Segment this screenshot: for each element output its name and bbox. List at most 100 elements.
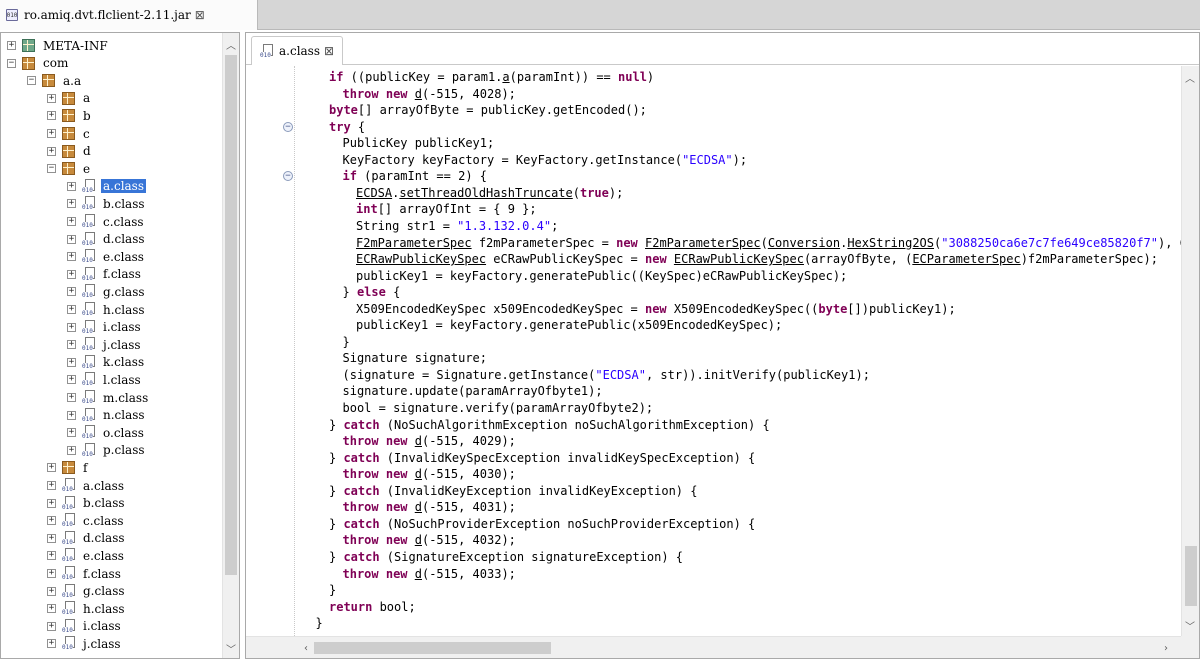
tree-item-package[interactable]: + d bbox=[47, 143, 93, 160]
expand-icon[interactable]: + bbox=[67, 181, 76, 191]
tree-item-package[interactable]: + c bbox=[47, 125, 92, 142]
tree-item-class[interactable]: +010 f.class bbox=[67, 266, 143, 283]
expand-icon[interactable]: + bbox=[67, 445, 76, 455]
expand-icon[interactable]: + bbox=[67, 322, 76, 332]
tree-item-class[interactable]: +010 d.class bbox=[47, 530, 127, 547]
code-text: d bbox=[414, 86, 422, 101]
tree-item-class[interactable]: +010 b.class bbox=[47, 495, 127, 512]
editor-tab-a-class[interactable]: 010 a.class ⊠ bbox=[251, 36, 344, 65]
tree-item-class[interactable]: +010 h.class bbox=[67, 301, 147, 318]
tree-item-label: m.class bbox=[103, 390, 149, 405]
fold-collapse-icon[interactable]: − bbox=[283, 121, 293, 132]
expand-icon[interactable]: + bbox=[47, 481, 56, 490]
close-icon[interactable]: ⊠ bbox=[324, 44, 334, 58]
expand-icon[interactable]: + bbox=[47, 93, 56, 103]
tree-item-class[interactable]: +010 n.class bbox=[67, 407, 147, 424]
tree-item-package[interactable]: + META-INF bbox=[7, 37, 110, 54]
tree-item-class[interactable]: +010 m.class bbox=[67, 389, 150, 406]
tree-item-class[interactable]: +010 a.class bbox=[67, 178, 146, 195]
expand-icon[interactable]: + bbox=[47, 533, 56, 543]
expand-icon[interactable]: + bbox=[7, 41, 16, 50]
expand-icon[interactable]: + bbox=[47, 639, 56, 649]
scroll-down-icon[interactable]: ﹀ bbox=[1182, 616, 1198, 634]
scroll-right-icon[interactable]: › bbox=[1158, 639, 1174, 657]
tree-item-class[interactable]: +010 p.class bbox=[67, 442, 147, 459]
expand-icon[interactable]: + bbox=[67, 428, 76, 438]
expand-icon[interactable]: + bbox=[47, 569, 56, 578]
tree-item-class[interactable]: +010 i.class bbox=[67, 319, 143, 336]
editor-hscroll-thumb[interactable] bbox=[314, 642, 551, 654]
expand-icon[interactable]: + bbox=[67, 340, 76, 350]
tree-item-class[interactable]: +010 c.class bbox=[47, 512, 126, 529]
tree-item-class[interactable]: +010 e.class bbox=[67, 248, 146, 265]
tree-item-class[interactable]: +010 o.class bbox=[67, 424, 146, 441]
tree-item-class[interactable]: +010 b.class bbox=[67, 195, 147, 212]
expand-icon[interactable]: + bbox=[67, 305, 76, 314]
tree-item-class[interactable]: +010 d.class bbox=[67, 231, 147, 248]
expand-icon[interactable]: + bbox=[47, 604, 56, 614]
expand-icon[interactable]: + bbox=[67, 234, 76, 244]
expand-icon[interactable]: + bbox=[47, 498, 56, 508]
tree-item-class[interactable]: +010 k.class bbox=[67, 354, 146, 371]
tree-item-class[interactable]: +010 c.class bbox=[67, 213, 146, 230]
expand-icon[interactable]: + bbox=[47, 621, 56, 631]
expand-icon[interactable]: + bbox=[67, 252, 76, 262]
class-file-icon: 010 bbox=[82, 425, 97, 441]
tree-item-class[interactable]: +010 g.class bbox=[47, 583, 127, 600]
collapse-icon[interactable]: − bbox=[47, 164, 56, 174]
tree-item-class[interactable]: +010 a.class bbox=[47, 477, 126, 494]
class-file-icon: 010 bbox=[62, 513, 77, 529]
tree-item-label: j.class bbox=[103, 337, 141, 352]
tree-item-package[interactable]: − com bbox=[7, 55, 70, 72]
expand-icon[interactable]: + bbox=[67, 410, 76, 420]
tree-item-class[interactable]: +010 f.class bbox=[47, 565, 123, 582]
scroll-down-icon[interactable]: ﹀ bbox=[223, 639, 239, 657]
fold-collapse-icon[interactable]: − bbox=[283, 171, 293, 182]
tree-item-package[interactable]: + a bbox=[47, 90, 92, 107]
jar-tab[interactable]: 010 ro.amiq.dvt.flclient-2.11.jar ⊠ bbox=[0, 0, 258, 30]
expand-icon[interactable]: + bbox=[67, 357, 76, 367]
expand-icon[interactable]: + bbox=[67, 393, 76, 402]
tree-item-package[interactable]: + b bbox=[47, 107, 93, 124]
tree-item-label: g.class bbox=[83, 584, 125, 599]
editor-vertical-scrollbar[interactable]: ︿ ﹀ bbox=[1181, 66, 1199, 636]
code-keyword: try bbox=[329, 119, 351, 134]
tree-item-class[interactable]: +010 l.class bbox=[67, 371, 143, 388]
expand-icon[interactable]: + bbox=[47, 463, 56, 473]
collapse-icon[interactable]: − bbox=[27, 76, 36, 86]
tree-scrollbar-thumb[interactable] bbox=[225, 55, 237, 575]
expand-icon[interactable]: + bbox=[67, 269, 76, 279]
tree-item-class[interactable]: +010 j.class bbox=[47, 635, 123, 652]
expand-icon[interactable]: + bbox=[67, 199, 76, 209]
expand-icon[interactable]: + bbox=[67, 375, 76, 385]
expand-icon[interactable]: + bbox=[67, 287, 76, 297]
code-editor[interactable]: − − if ((publicKey = param1.a(paramInt)) … bbox=[246, 66, 1181, 636]
expand-icon[interactable]: + bbox=[47, 516, 56, 526]
tree-item-package[interactable]: − a.a bbox=[27, 72, 83, 89]
scroll-up-icon[interactable]: ︿ bbox=[1182, 68, 1198, 86]
collapse-icon[interactable]: − bbox=[7, 58, 16, 68]
tree-item-class[interactable]: +010 g.class bbox=[67, 283, 147, 300]
code-text: (-515, 4029); bbox=[421, 434, 516, 449]
scroll-up-icon[interactable]: ︿ bbox=[223, 35, 239, 53]
expand-icon[interactable]: + bbox=[47, 551, 56, 561]
tree-item-class[interactable]: +010 j.class bbox=[67, 336, 143, 353]
scroll-left-icon[interactable]: ‹ bbox=[298, 639, 314, 657]
tree-vertical-scrollbar[interactable]: ︿ ﹀ bbox=[222, 33, 239, 658]
expand-icon[interactable]: + bbox=[47, 111, 56, 121]
tree-item-package[interactable]: + f bbox=[47, 459, 89, 476]
code-text: signature.update(paramArrayOfbyte1); bbox=[342, 384, 603, 399]
tree-item-class[interactable]: +010 i.class bbox=[47, 618, 123, 635]
code-line: if (paramInt == 2) { bbox=[343, 168, 488, 185]
expand-icon[interactable]: + bbox=[47, 586, 56, 596]
tree-item-class[interactable]: +010 e.class bbox=[47, 547, 126, 564]
expand-icon[interactable]: + bbox=[67, 217, 76, 226]
editor-horizontal-scrollbar[interactable]: ‹ › bbox=[246, 636, 1181, 658]
expand-icon[interactable]: + bbox=[47, 146, 56, 156]
package-icon bbox=[62, 162, 75, 176]
editor-vscroll-thumb[interactable] bbox=[1185, 546, 1197, 606]
tree-item-class[interactable]: +010 h.class bbox=[47, 600, 127, 617]
expand-icon[interactable]: + bbox=[47, 129, 56, 138]
close-icon[interactable]: ⊠ bbox=[195, 8, 205, 22]
tree-item-package[interactable]: − e bbox=[47, 160, 92, 177]
